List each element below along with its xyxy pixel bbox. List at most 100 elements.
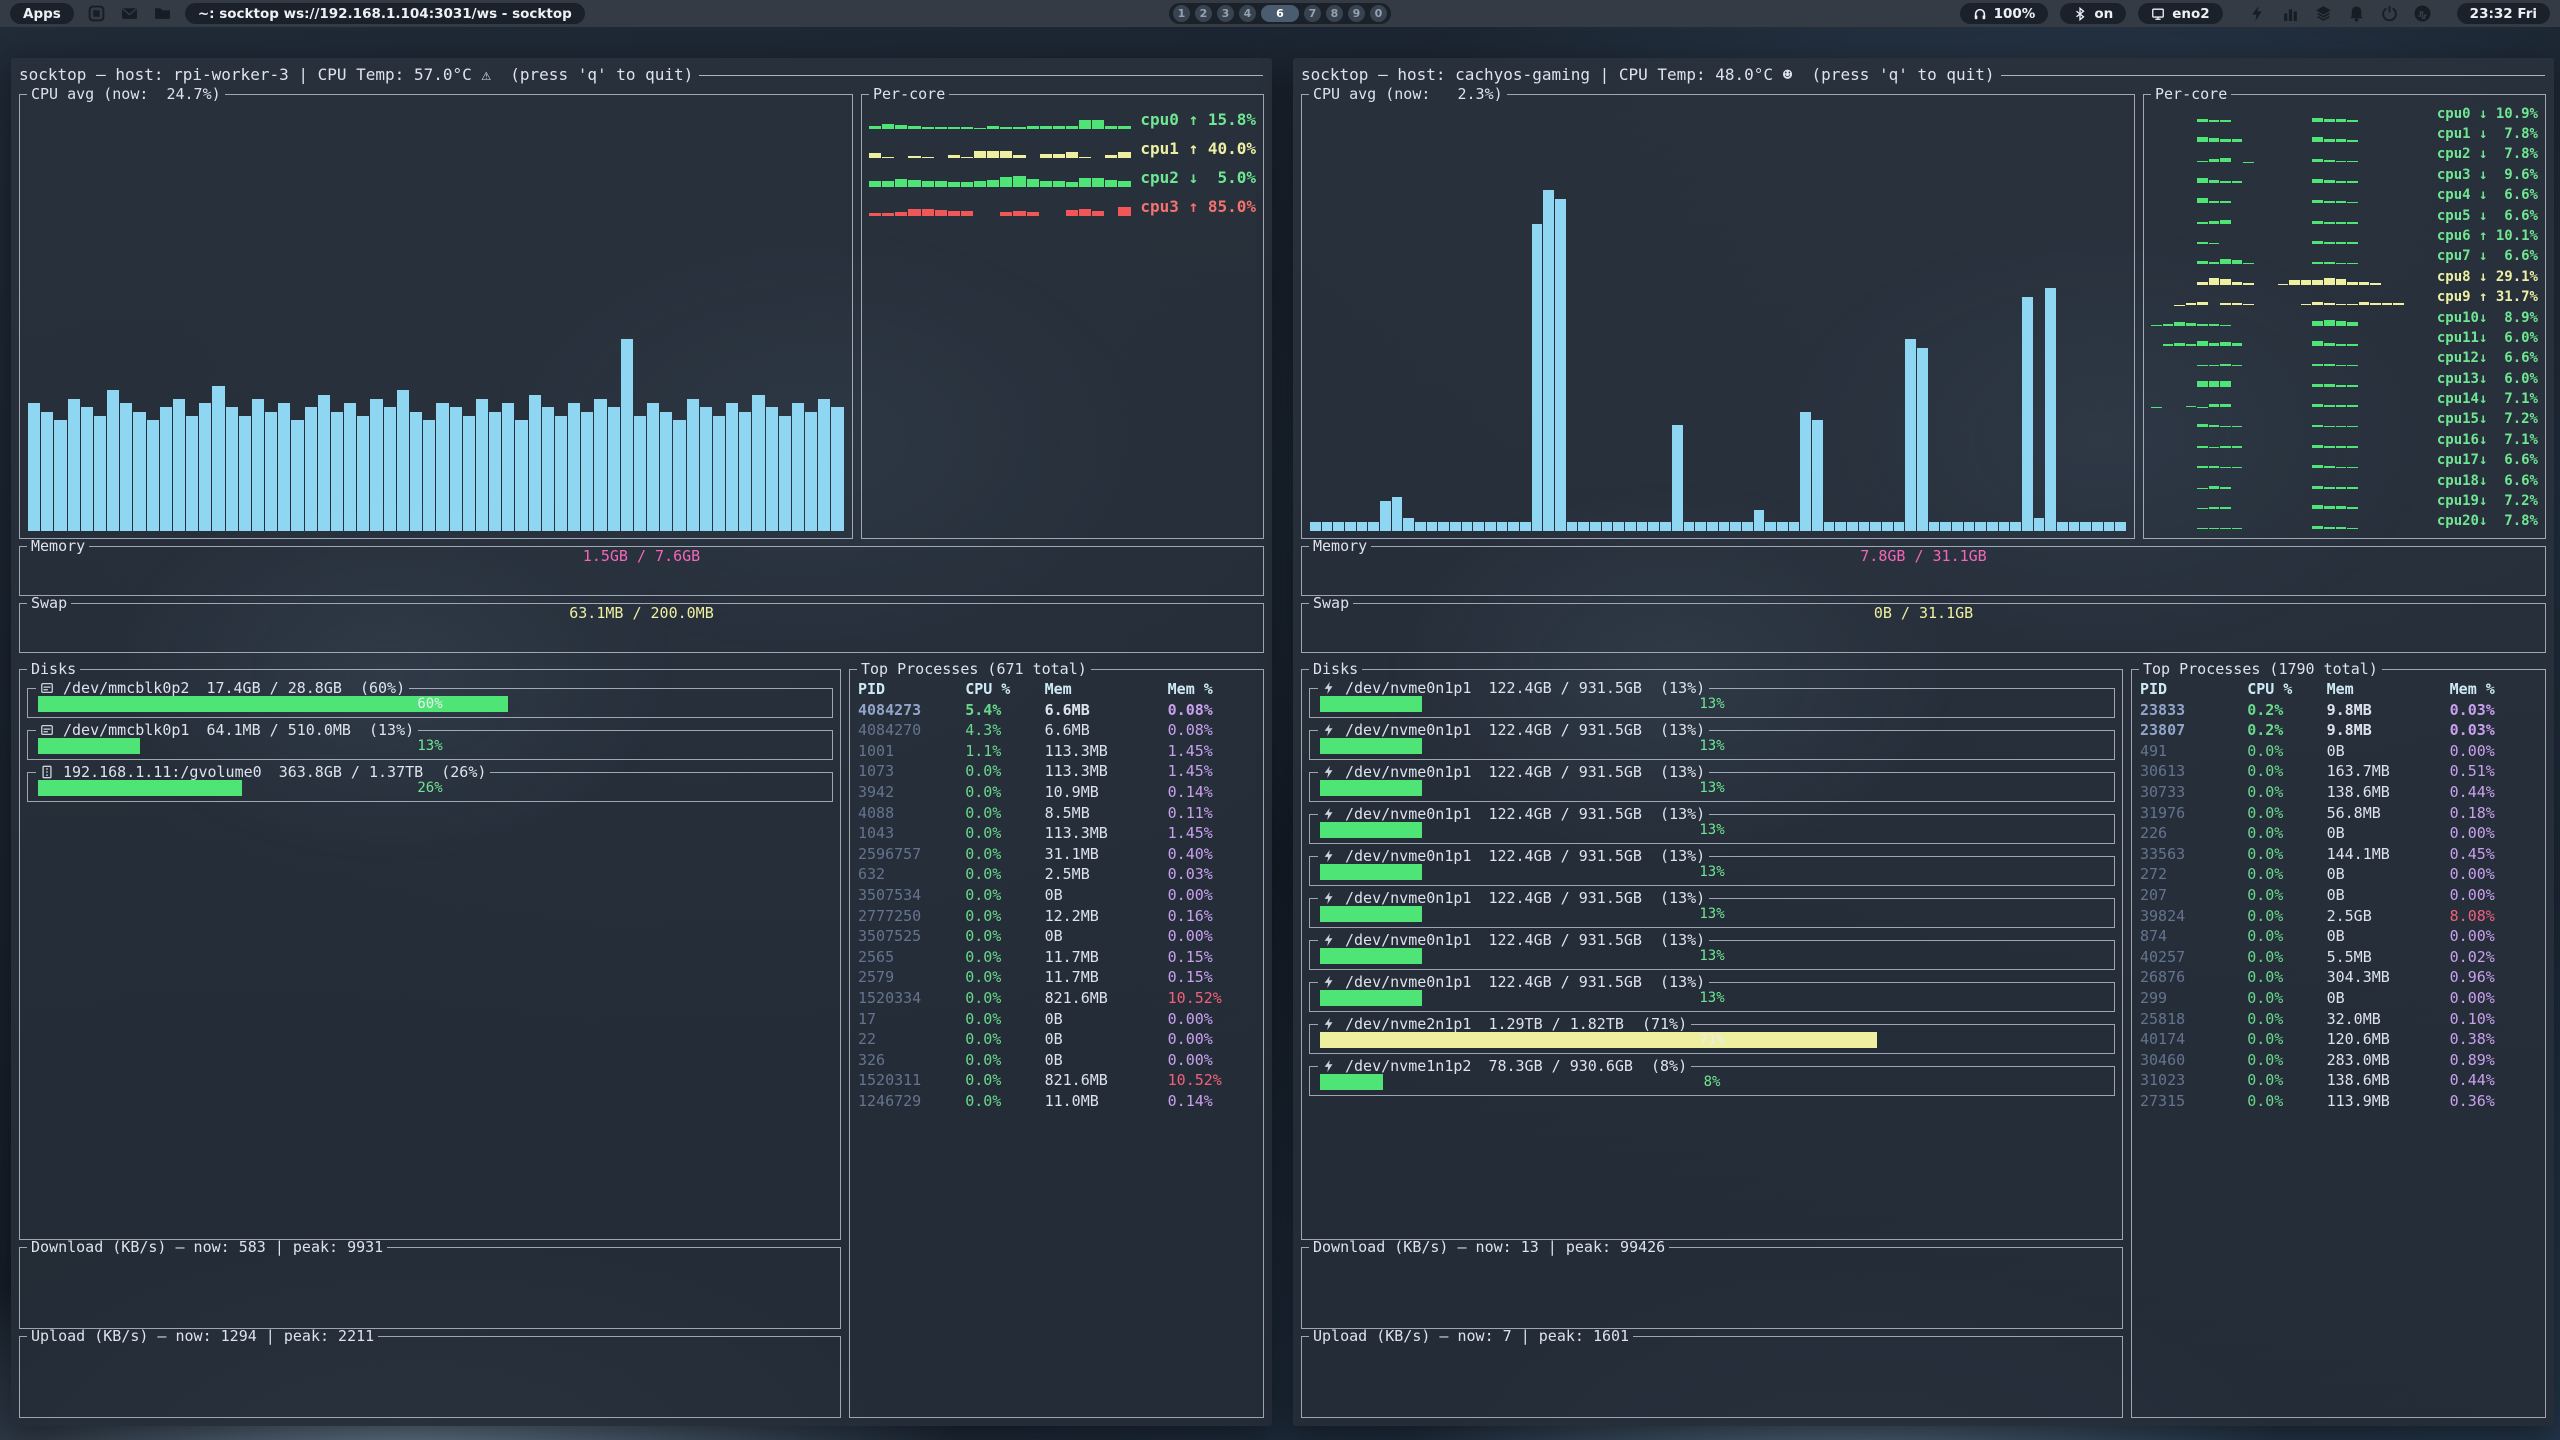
graph-bar [2080,522,2091,531]
process-cell: 0.0% [2247,1029,2326,1050]
graph-bar [1438,522,1449,531]
mail-icon[interactable] [121,5,138,22]
graph-bar [2220,487,2231,489]
core-row-cpu1: cpu1 ↓ 7.8% [2151,125,2538,144]
bell-icon[interactable] [2348,5,2365,22]
layers-icon[interactable] [2315,5,2332,22]
workspace-2[interactable]: 2 [1195,5,1212,22]
graph-bar [581,412,593,531]
folder-icon[interactable] [154,5,171,22]
process-col-header: CPU % [2247,679,2326,700]
cpu-avg-panel: CPU avg (now: 24.7%) [19,87,853,539]
process-cell: 1.45% [1168,761,1255,782]
graph-bar [2197,261,2208,265]
process-table: PIDCPU %MemMem %238330.2%9.8MB0.03%23807… [2137,677,2540,1111]
disk-usage-bar [1320,822,1422,838]
bolt-icon [1322,975,1336,989]
graph-bar [2232,303,2243,305]
graph-bar [450,407,462,531]
process-cell: 0.0% [965,947,1044,968]
headphones-icon [1973,7,1987,21]
process-cell: 0.08% [1168,720,1255,741]
workspace-6[interactable]: 6 [1261,5,1299,22]
terminal-window-right[interactable]: socktop — host: cachyos-gaming | CPU Tem… [1293,58,2554,1426]
volume-pill[interactable]: 100% [1960,3,2049,24]
graph-bar [2209,324,2220,325]
graph-bar [2197,381,2208,386]
disk-size: 64.1MB / 510.0MB (13%) [206,724,414,737]
terminal-window-left[interactable]: socktop — host: rpi-worker-3 | CPU Temp:… [11,58,1272,1426]
graph-bar [1497,522,1508,531]
graph-bar [2347,140,2358,142]
disk-legend: /dev/nvme0n1p1122.4GB / 931.5GB (13%) [1318,807,1709,821]
graph-bar [869,126,881,129]
graph-bar [2336,222,2347,223]
graph-bar [869,153,881,158]
graph-bar [2232,139,2243,142]
network-pill[interactable]: eno2 [2138,3,2222,24]
disk-name: /dev/nvme0n1p1 [1345,976,1471,989]
workspace-8[interactable]: 8 [1326,5,1343,22]
cpu13-sparkline [2151,368,2427,389]
graph-bar [818,399,830,531]
graph-bar [1835,522,1846,531]
graph-bar [2336,365,2347,366]
activity-icon[interactable] [2414,5,2431,22]
disk-usage-percent: 13% [417,739,442,753]
graph-bar [186,416,198,531]
graph-bar [2324,278,2335,284]
process-cell: 0.0% [2247,741,2326,762]
workspace-3[interactable]: 3 [1217,5,1234,22]
workspace-1[interactable]: 1 [1173,5,1190,22]
graph-bar [2336,405,2347,407]
apps-button[interactable]: Apps [10,3,74,24]
graph-bar [2312,445,2323,448]
graph-bar [2312,465,2323,468]
workspace-4[interactable]: 4 [1239,5,1256,22]
workspace-0[interactable]: 0 [1370,5,1387,22]
process-cell: 0.14% [1168,782,1255,803]
bluetooth-pill[interactable]: on [2060,3,2126,24]
disk-size: 122.4GB / 931.5GB (13%) [1488,892,1705,905]
process-cell: 0.0% [965,1070,1044,1091]
stats-icon[interactable] [2282,5,2299,22]
workspace-9[interactable]: 9 [1348,5,1365,22]
process-cell: 1043 [858,823,965,844]
power-icon[interactable] [2381,5,2398,22]
window-title-pill[interactable]: ~: socktop ws://192.168.1.104:3031/ws - … [185,3,585,24]
clock-pill[interactable]: 23:32 Fri [2457,3,2550,24]
core-row-cpu12: cpu12↓ 6.6% [2151,350,2538,369]
cpu17-sparkline [2151,450,2427,471]
window-icon[interactable] [88,5,105,22]
workspace-7[interactable]: 7 [1304,5,1321,22]
graph-bar [2220,303,2231,305]
graph-bar [2232,343,2243,346]
cpu11-usage-label: cpu11↓ 6.0% [2437,331,2538,348]
graph-bar [239,416,251,531]
processes-panel: Top Processes (1790 total) PIDCPU %MemMe… [2131,662,2546,1418]
cpu19-usage-label: cpu19↓ 7.2% [2437,494,2538,511]
graph-bar [2336,385,2347,387]
graph-bar [660,412,672,531]
graph-bar [908,180,920,187]
graph-bar [1719,522,1730,531]
graph-bar [882,181,894,188]
bolt-icon[interactable] [2249,5,2266,22]
graph-bar [1590,522,1601,531]
graph-bar [1092,120,1104,129]
process-cell: 8.5MB [1045,803,1168,824]
drive-icon [40,681,54,695]
graph-bar [1485,522,1496,531]
graph-bar [1000,177,1012,187]
disk-entry: /dev/nvme2n1p11.29TB / 1.82TB (71%)71% [1309,1017,2115,1054]
graph-bar [1027,126,1039,129]
graph-bar [869,181,881,187]
process-cell: 0.0% [2247,947,2326,968]
graph-bar [2209,278,2220,284]
process-cell: 4088 [858,803,965,824]
graph-bar [2197,161,2208,163]
disk-usage-percent: 13% [1699,907,1724,921]
process-col-header: Mem [1045,679,1168,700]
graph-bar [2324,320,2335,326]
graph-bar [2336,467,2347,469]
